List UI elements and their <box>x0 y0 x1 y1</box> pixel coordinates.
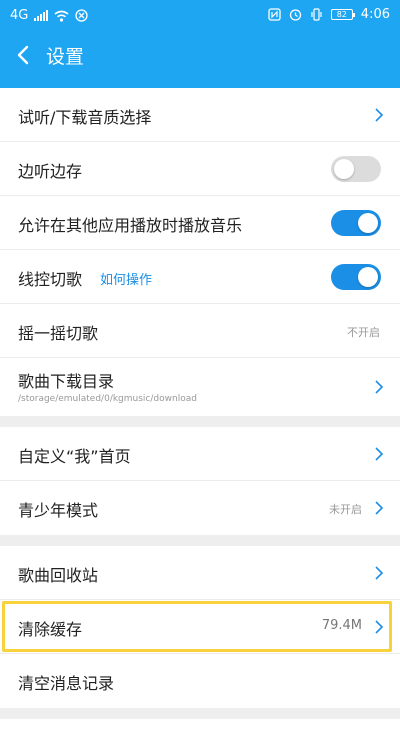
cache-size: 79.4M <box>321 618 362 633</box>
status-bar-left: 4G <box>10 8 89 23</box>
back-arrow-icon[interactable] <box>13 44 35 66</box>
setting-label: 自定义“我”首页 <box>18 447 131 466</box>
toggle-knob <box>334 159 354 179</box>
wifi-icon <box>54 10 69 22</box>
settings-group-playback: 试听/下载音质选择 边听边存 允许在其他应用播放时播放音乐 线控切歌 如何操作 … <box>0 88 400 416</box>
setting-audio-quality[interactable]: 试听/下载音质选择 <box>0 88 400 142</box>
setting-label: 线控切歌 <box>18 270 83 289</box>
setting-wired-control-skip: 线控切歌 如何操作 <box>0 250 400 304</box>
nfc-icon <box>268 8 281 21</box>
clock: 4:06 <box>360 7 390 22</box>
network-type: 4G <box>10 8 29 23</box>
status-bar-right: 82 4:06 <box>268 7 390 22</box>
chevron-right-icon <box>375 380 384 394</box>
play-with-other-apps-toggle[interactable] <box>331 210 381 236</box>
setting-value: 未开启 <box>329 503 362 516</box>
setting-label: 歌曲下载目录 <box>18 372 115 391</box>
status-bar: 4G 82 4:06 <box>0 0 400 30</box>
toggle-knob <box>358 213 378 233</box>
settings-list: 试听/下载音质选择 边听边存 允许在其他应用播放时播放音乐 线控切歌 如何操作 … <box>0 88 400 735</box>
alert-icon <box>75 9 89 22</box>
chevron-right-icon <box>375 108 384 122</box>
setting-value: 不开启 <box>347 326 380 339</box>
cache-while-listening-toggle[interactable] <box>331 156 381 182</box>
group-divider <box>0 535 400 546</box>
setting-teen-mode[interactable]: 青少年模式 未开启 <box>0 481 400 535</box>
setting-label: 允许在其他应用播放时播放音乐 <box>18 216 243 235</box>
settings-group-more <box>0 719 400 735</box>
battery-icon: 82 <box>330 9 355 20</box>
setting-clear-cache[interactable]: 清除缓存 79.4M <box>0 600 400 654</box>
setting-cache-while-listening: 边听边存 <box>0 142 400 196</box>
download-path: /storage/emulated/0/kgmusic/download <box>18 394 197 404</box>
setting-label: 清除缓存 <box>18 620 83 639</box>
alarm-icon <box>289 9 301 21</box>
group-divider <box>0 708 400 719</box>
setting-label: 青少年模式 <box>18 501 99 520</box>
setting-label: 清空消息记录 <box>18 674 115 693</box>
chevron-right-icon <box>375 566 384 580</box>
vibrate-icon <box>311 8 322 21</box>
signal-icon <box>34 10 49 21</box>
setting-download-directory[interactable]: 歌曲下载目录 /storage/emulated/0/kgmusic/downl… <box>0 358 400 416</box>
setting-custom-home[interactable]: 自定义“我”首页 <box>0 427 400 481</box>
settings-group-personal: 自定义“我”首页 青少年模式 未开启 <box>0 427 400 535</box>
nav-bar: 设置 <box>0 30 400 80</box>
chevron-right-icon <box>375 501 384 515</box>
how-to-link[interactable]: 如何操作 <box>100 269 152 288</box>
group-divider <box>0 416 400 427</box>
setting-label: 试听/下载音质选择 <box>18 108 152 127</box>
setting-song-recycle-bin[interactable]: 歌曲回收站 <box>0 546 400 600</box>
page-title: 设置 <box>46 46 85 68</box>
setting-label: 边听边存 <box>18 162 83 181</box>
setting-label: 摇一摇切歌 <box>18 324 99 343</box>
chevron-right-icon <box>375 620 384 634</box>
toggle-knob <box>358 267 378 287</box>
setting-label: 歌曲回收站 <box>18 566 99 585</box>
setting-clear-messages[interactable]: 清空消息记录 <box>0 654 400 708</box>
setting-shake-to-skip[interactable]: 摇一摇切歌 不开启 <box>0 304 400 358</box>
header-background: 4G 82 4:06 设置 <box>0 0 400 88</box>
chevron-right-icon <box>375 447 384 461</box>
settings-group-storage: 歌曲回收站 清除缓存 79.4M 清空消息记录 <box>0 546 400 708</box>
setting-play-with-other-apps: 允许在其他应用播放时播放音乐 <box>0 196 400 250</box>
wired-control-skip-toggle[interactable] <box>331 264 381 290</box>
